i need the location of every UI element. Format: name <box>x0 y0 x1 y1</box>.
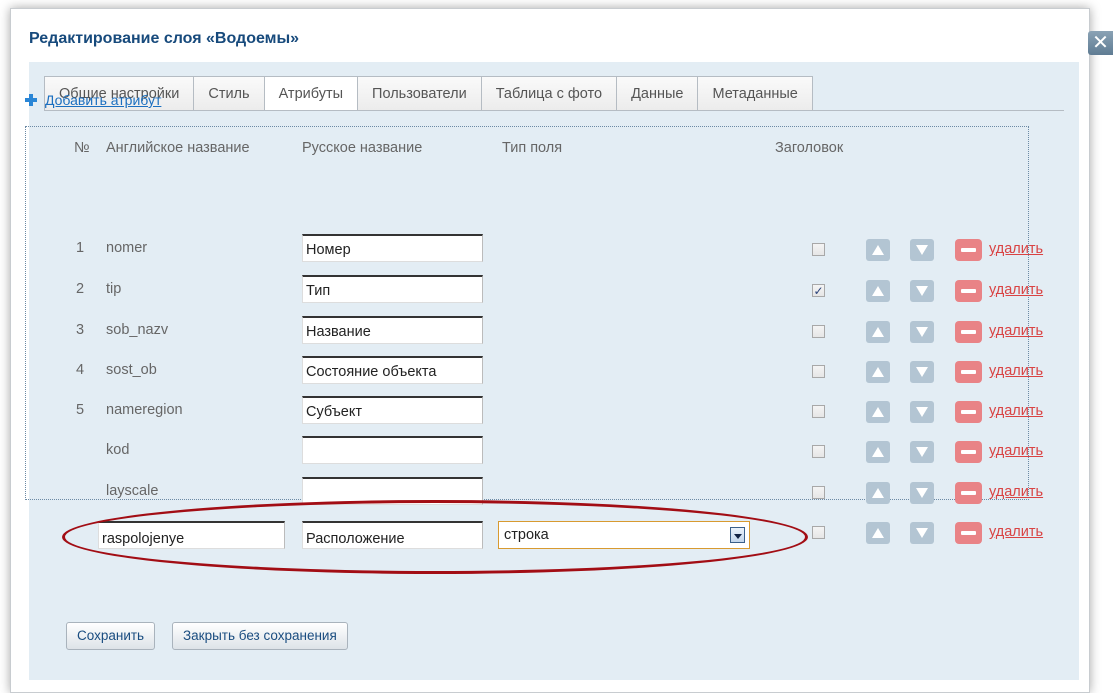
header-russian-name: Русское название <box>302 140 423 156</box>
row-move-up-button[interactable] <box>866 482 890 504</box>
english-name: sob_nazv <box>106 322 169 338</box>
save-button[interactable]: Сохранить <box>66 622 156 650</box>
row-delete-link[interactable]: удалить <box>989 403 1043 419</box>
new-row-title-checkbox[interactable] <box>812 526 825 539</box>
row-delete-icon[interactable] <box>955 239 982 261</box>
row-delete-icon[interactable] <box>955 482 982 504</box>
header-title: Заголовок <box>775 140 844 156</box>
dialog-title: Редактирование слоя «Водоемы» <box>29 30 300 47</box>
english-name: sost_ob <box>106 362 157 378</box>
row-title-checkbox[interactable] <box>812 445 825 458</box>
tab-2[interactable]: Стиль <box>194 76 265 111</box>
row-move-down-button[interactable] <box>910 441 934 463</box>
tab-3[interactable]: Атрибуты <box>264 76 359 111</box>
row-move-down-button[interactable] <box>910 361 934 383</box>
english-name: layscale <box>106 483 159 499</box>
row-title-checkbox[interactable] <box>812 365 825 378</box>
row-move-down-button[interactable] <box>910 401 934 423</box>
russian-name-field[interactable] <box>302 436 483 464</box>
row-number: 2 <box>76 281 85 297</box>
russian-name-field[interactable]: Субъект <box>302 396 483 424</box>
arrow-down-icon <box>916 245 928 255</box>
add-attribute-label[interactable]: Добавить атрибут <box>45 92 161 108</box>
new-row-move-down-button[interactable] <box>910 522 934 544</box>
arrow-down-icon <box>916 367 928 377</box>
row-delete-link[interactable]: удалить <box>989 443 1043 459</box>
row-delete-icon[interactable] <box>955 441 982 463</box>
header-field-type: Тип поля <box>502 140 563 156</box>
row-move-up-button[interactable] <box>866 401 890 423</box>
row-number: 3 <box>76 322 85 338</box>
row-move-up-button[interactable] <box>866 361 890 383</box>
row-delete-icon[interactable] <box>955 361 982 383</box>
arrow-down-icon <box>916 407 928 417</box>
row-title-checkbox[interactable] <box>812 325 825 338</box>
row-title-checkbox[interactable] <box>812 243 825 256</box>
new-russian-name-input[interactable] <box>302 521 483 549</box>
russian-name-field[interactable]: Состояние объекта <box>302 356 483 384</box>
row-delete-icon[interactable] <box>955 401 982 423</box>
new-row-move-up-button[interactable] <box>866 522 890 544</box>
row-move-down-button[interactable] <box>910 482 934 504</box>
row-delete-link[interactable]: удалить <box>989 363 1043 379</box>
row-move-up-button[interactable] <box>866 441 890 463</box>
arrow-up-icon <box>872 286 884 296</box>
arrow-up-icon <box>872 407 884 417</box>
check-icon: ✓ <box>813 284 824 298</box>
row-title-checkbox[interactable]: ✓ <box>812 284 825 297</box>
row-move-down-button[interactable] <box>910 321 934 343</box>
arrow-up-icon <box>872 488 884 498</box>
row-delete-icon[interactable] <box>955 321 982 343</box>
row-number: 4 <box>76 362 85 378</box>
arrow-up-icon <box>872 447 884 457</box>
row-move-down-button[interactable] <box>910 239 934 261</box>
row-title-checkbox[interactable] <box>812 486 825 499</box>
row-delete-link[interactable]: удалить <box>989 484 1043 500</box>
arrow-down-icon <box>916 286 928 296</box>
arrow-up-icon <box>872 327 884 337</box>
russian-name-field[interactable]: Тип <box>302 275 483 303</box>
arrow-up-icon <box>872 528 884 538</box>
row-number: 5 <box>76 402 85 418</box>
arrow-down-icon <box>916 528 928 538</box>
row-delete-icon[interactable] <box>955 280 982 302</box>
header-english-name: Английское название <box>106 140 250 156</box>
row-move-up-button[interactable] <box>866 280 890 302</box>
row-delete-link[interactable]: удалить <box>989 323 1043 339</box>
row-move-up-button[interactable] <box>866 321 890 343</box>
english-name: tip <box>106 281 122 297</box>
close-without-save-button[interactable]: Закрыть без сохранения <box>172 622 348 650</box>
new-row-delete-link[interactable]: удалить <box>989 524 1043 540</box>
row-delete-link[interactable]: удалить <box>989 241 1043 257</box>
tab-7[interactable]: Метаданные <box>698 76 813 111</box>
row-number: 1 <box>76 240 85 256</box>
new-english-name-input[interactable] <box>98 521 285 549</box>
russian-name-field[interactable]: Номер <box>302 234 483 262</box>
arrow-up-icon <box>872 367 884 377</box>
row-move-up-button[interactable] <box>866 239 890 261</box>
tab-6[interactable]: Данные <box>617 76 699 111</box>
row-delete-link[interactable]: удалить <box>989 282 1043 298</box>
plus-icon <box>25 94 37 106</box>
chevron-down-icon[interactable] <box>730 527 745 543</box>
close-icon[interactable]: ✕ <box>1088 31 1113 55</box>
arrow-down-icon <box>916 327 928 337</box>
field-type-select[interactable]: строка <box>498 521 750 549</box>
new-row-delete-icon[interactable] <box>955 522 982 544</box>
russian-name-field[interactable]: Название <box>302 316 483 344</box>
field-type-value: строка <box>504 527 549 543</box>
arrow-down-icon <box>916 488 928 498</box>
header-num: № <box>74 140 90 156</box>
row-title-checkbox[interactable] <box>812 405 825 418</box>
russian-name-field[interactable] <box>302 477 483 505</box>
arrow-down-icon <box>916 447 928 457</box>
tab-5[interactable]: Таблица с фото <box>481 76 618 111</box>
arrow-up-icon <box>872 245 884 255</box>
add-attribute-link[interactable]: Добавить атрибут <box>25 92 161 108</box>
tab-4[interactable]: Пользователи <box>358 76 482 111</box>
row-move-down-button[interactable] <box>910 280 934 302</box>
english-name: kod <box>106 442 130 458</box>
english-name: nomer <box>106 240 148 256</box>
english-name: nameregion <box>106 402 183 418</box>
